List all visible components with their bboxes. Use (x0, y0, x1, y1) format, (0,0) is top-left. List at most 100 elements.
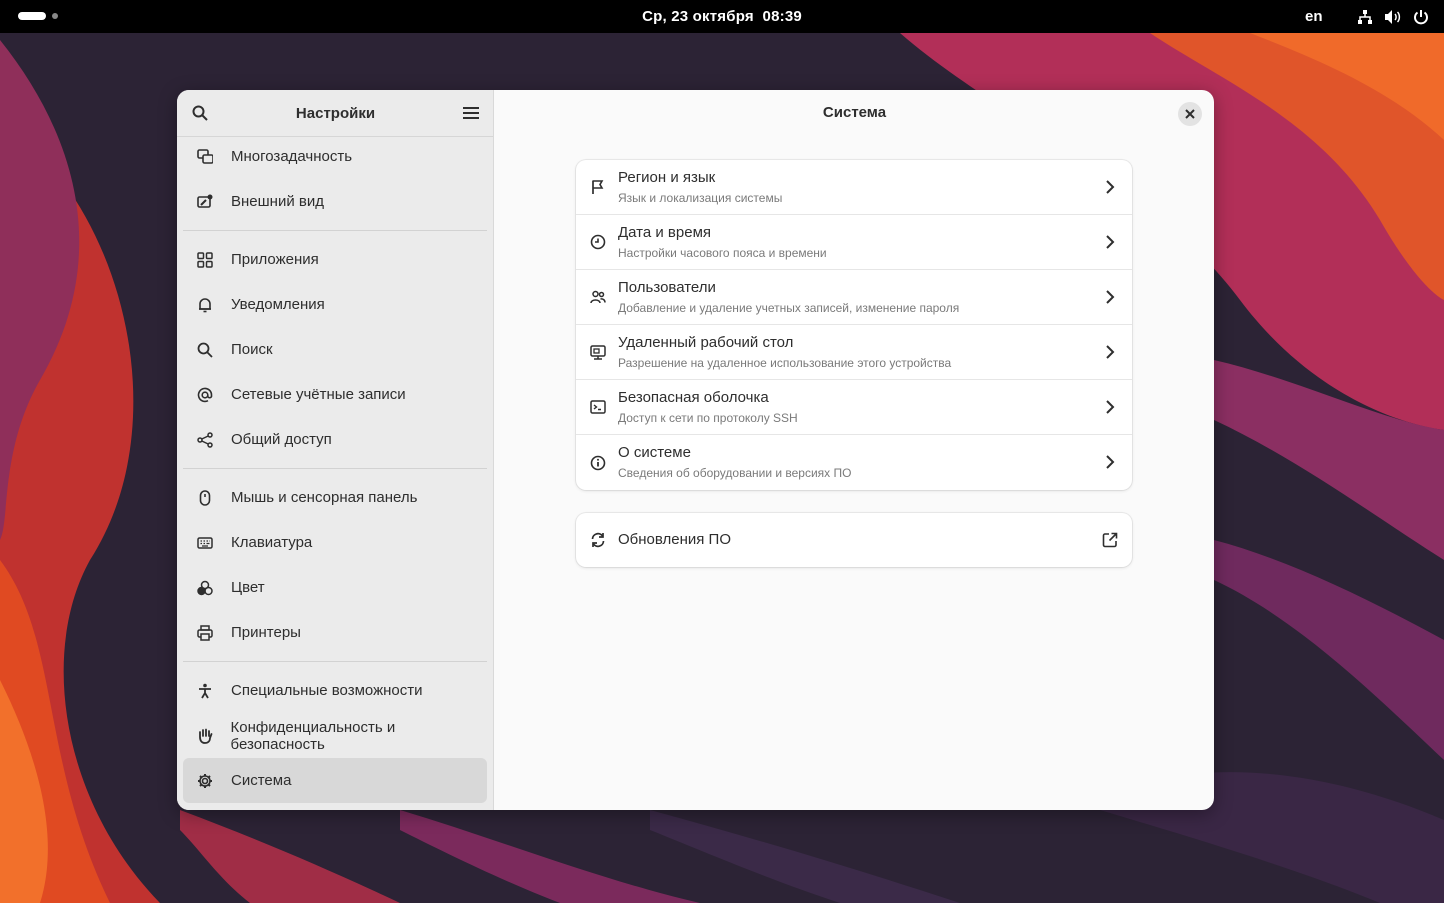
row-subtitle: Язык и локализация системы (618, 190, 783, 205)
sidebar-item[interactable]: Конфиденциальность и безопасность (183, 713, 487, 758)
software-updates-row[interactable]: Обновления ПО (576, 513, 1132, 567)
sidebar-item-label: Цвет (231, 579, 265, 596)
power-icon[interactable] (1412, 8, 1430, 26)
content-pane: Система Регион и язык Язык и локализация … (495, 90, 1214, 810)
page-title: Система (822, 104, 887, 121)
sidebar-item[interactable]: Многозадачность (183, 134, 487, 179)
hand-icon (196, 727, 214, 745)
chevron-right-icon (1102, 288, 1118, 306)
chevron-right-icon (1102, 398, 1118, 416)
info-icon (589, 454, 607, 472)
chevron-right-icon (1102, 233, 1118, 251)
sidebar-item-label: Специальные возможности (231, 682, 423, 699)
settings-row[interactable]: Удаленный рабочий стол Разрешение на удал… (576, 325, 1132, 380)
row-subtitle: Доступ к сети по протоколу SSH (618, 410, 798, 425)
clock[interactable]: Ср, 23 октября 08:39 (0, 8, 1444, 25)
clock-icon (589, 233, 607, 251)
volume-icon[interactable] (1384, 8, 1402, 26)
sidebar-title: Настройки (295, 104, 376, 122)
sidebar-item-label: Мышь и сенсорная панель (231, 489, 418, 506)
chevron-right-icon (1102, 453, 1118, 471)
row-title: О системе (618, 444, 691, 461)
row-subtitle: Добавление и удаление учетных записей, и… (618, 300, 960, 315)
network-icon[interactable] (1356, 8, 1374, 26)
row-subtitle: Настройки часового пояса и времени (618, 245, 827, 260)
sidebar-item[interactable]: Приложения (183, 237, 487, 282)
at-icon (196, 386, 214, 404)
keyboard-icon (196, 534, 214, 552)
sidebar-item-label: Поиск (231, 341, 273, 358)
search-icon (192, 105, 208, 121)
sidebar-item[interactable]: Уведомления (183, 282, 487, 327)
search-icon (196, 341, 214, 359)
sidebar-item-label: Общий доступ (231, 431, 332, 448)
settings-row[interactable]: Пользователи Добавление и удаление учетны… (576, 270, 1132, 325)
sidebar-header: Настройки (177, 90, 493, 137)
sidebar-item[interactable]: Общий доступ (183, 417, 487, 462)
sidebar-item[interactable]: Специальные возможности (183, 668, 487, 713)
accessibility-icon (196, 682, 214, 700)
software-updates-card: Обновления ПО (576, 513, 1132, 567)
multitasking-icon (196, 148, 214, 166)
users-icon (589, 288, 607, 306)
sidebar-item[interactable]: Система (183, 758, 487, 803)
main-menu-button[interactable] (461, 103, 481, 123)
sidebar-item[interactable]: Внешний вид (183, 179, 487, 224)
color-icon (196, 579, 214, 597)
sidebar-item-label: Принтеры (231, 624, 301, 641)
sidebar-separator (183, 661, 487, 662)
sidebar: Настройки Многозадачность Внешний вид Прил… (177, 90, 494, 810)
settings-row[interactable]: Дата и время Настройки часового пояса и в… (576, 215, 1132, 270)
settings-row[interactable]: Регион и язык Язык и локализация системы (576, 160, 1132, 215)
chevron-right-icon (1102, 343, 1118, 361)
gear-icon (196, 772, 214, 790)
sidebar-item[interactable]: Цвет (183, 565, 487, 610)
settings-window: Настройки Многозадачность Внешний вид Прил… (177, 90, 1214, 810)
sidebar-item-label: Приложения (231, 251, 319, 268)
sidebar-item[interactable]: Принтеры (183, 610, 487, 655)
settings-row[interactable]: Безопасная оболочка Доступ к сети по прот… (576, 380, 1132, 435)
sidebar-item[interactable]: Сетевые учётные записи (183, 372, 487, 417)
bell-icon (196, 296, 214, 314)
flag-icon (589, 178, 607, 196)
row-subtitle: Сведения об оборудовании и версиях ПО (618, 466, 852, 480)
close-button[interactable] (1178, 102, 1202, 126)
sidebar-item[interactable]: Мышь и сенсорная панель (183, 475, 487, 520)
software-updates-label: Обновления ПО (618, 531, 732, 548)
row-title: Пользователи (618, 278, 716, 296)
top-bar: Ср, 23 октября 08:39 en (0, 0, 1444, 33)
sidebar-item-label: Внешний вид (231, 193, 324, 210)
search-button[interactable] (190, 103, 210, 123)
appearance-icon (196, 193, 214, 211)
content-header: Система (495, 90, 1214, 137)
sidebar-list: Многозадачность Внешний вид Приложения Увед… (177, 134, 493, 803)
sidebar-item[interactable]: Поиск (183, 327, 487, 372)
system-settings-list: Регион и язык Язык и локализация системы Д… (576, 160, 1132, 490)
settings-row[interactable]: О системе Сведения об оборудовании и верс… (576, 435, 1132, 490)
sidebar-separator (183, 230, 487, 231)
refresh-icon (589, 531, 607, 549)
share-icon (196, 431, 214, 449)
sidebar-item-label: Многозадачность (231, 148, 353, 165)
system-tray[interactable] (1356, 8, 1430, 26)
close-icon (1185, 109, 1195, 119)
row-title: Дата и время (618, 223, 712, 241)
row-subtitle: Разрешение на удаленное использование эт… (618, 355, 952, 370)
sidebar-item-label: Клавиатура (231, 534, 313, 551)
sidebar-item-label: Уведомления (231, 296, 325, 313)
row-title: Безопасная оболочка (618, 388, 769, 406)
keyboard-layout-indicator[interactable]: en (1305, 8, 1323, 25)
row-title: Регион и язык (618, 168, 716, 186)
sidebar-item-label: Сетевые учётные записи (231, 386, 406, 403)
chevron-right-icon (1102, 178, 1118, 196)
terminal-icon (589, 398, 607, 416)
apps-icon (196, 251, 214, 269)
mouse-icon (196, 489, 214, 507)
sidebar-item-label: Конфиденциальность и безопасность (230, 718, 396, 753)
sidebar-item[interactable]: Клавиатура (183, 520, 487, 565)
hamburger-icon (462, 107, 479, 119)
sidebar-item-label: Система (231, 772, 292, 789)
printer-icon (196, 624, 214, 642)
remote-desktop-icon (589, 343, 607, 361)
row-title: Удаленный рабочий стол (618, 333, 794, 351)
